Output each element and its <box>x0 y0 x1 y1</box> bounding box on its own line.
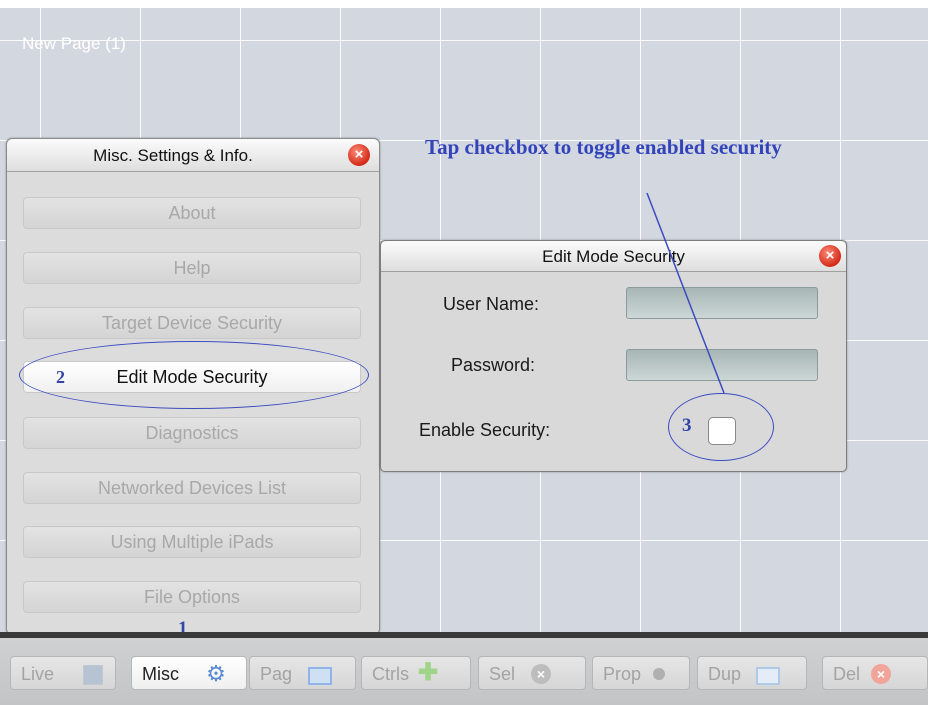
page-button-label: Pag <box>260 664 293 684</box>
page-title: New Page (1) <box>22 34 126 53</box>
misc-panel-close-icon[interactable]: × <box>348 144 370 166</box>
top-strip <box>0 0 928 8</box>
delete-button[interactable]: Del × <box>822 656 928 690</box>
menu-item-diagnostics[interactable]: Diagnostics <box>23 417 361 449</box>
toolbar-body: Live Misc ⚙ Pag Ctrls ✚ Sel × Prop Dup D… <box>0 638 928 705</box>
page-icon <box>308 667 332 685</box>
misc-button[interactable]: Misc ⚙ <box>131 656 247 690</box>
security-dialog-header: Edit Mode Security × <box>381 241 846 272</box>
misc-button-label: Misc <box>142 664 179 684</box>
security-dialog-title: Edit Mode Security <box>542 247 685 266</box>
live-button[interactable]: Live <box>10 656 116 690</box>
live-grid-icon <box>83 665 103 685</box>
edit-mode-security-dialog: Edit Mode Security × User Name: Password… <box>380 240 847 472</box>
user-name-label: User Name: <box>443 294 540 314</box>
menu-item-target-device-security[interactable]: Target Device Security <box>23 307 361 339</box>
misc-panel-title: Misc. Settings & Info. <box>93 146 253 165</box>
bottom-toolbar: Live Misc ⚙ Pag Ctrls ✚ Sel × Prop Dup D… <box>0 632 928 705</box>
live-button-label: Live <box>21 664 55 684</box>
menu-item-file-options[interactable]: File Options <box>23 581 361 613</box>
menu-item-about[interactable]: About <box>23 197 361 229</box>
select-button[interactable]: Sel × <box>478 656 586 690</box>
step-3-label: 3 <box>682 415 692 436</box>
duplicate-button-label: Dup <box>708 664 742 684</box>
password-field[interactable] <box>626 349 818 381</box>
misc-panel-header: Misc. Settings & Info. × <box>7 139 379 172</box>
delete-icon: × <box>871 664 891 684</box>
security-dialog-close-icon[interactable]: × <box>819 245 841 267</box>
menu-item-networked-devices-list[interactable]: Networked Devices List <box>23 472 361 504</box>
select-button-label: Sel <box>489 664 516 684</box>
controls-button-label: Ctrls <box>372 664 409 684</box>
menu-item-help[interactable]: Help <box>23 252 361 284</box>
step-2-ellipse <box>19 341 369 409</box>
select-x-icon: × <box>531 664 551 684</box>
enable-security-label: Enable Security: <box>419 420 551 440</box>
duplicate-button[interactable]: Dup <box>697 656 807 690</box>
password-label: Password: <box>451 355 536 375</box>
page-button[interactable]: Pag <box>249 656 356 690</box>
property-dot-icon <box>653 668 665 680</box>
instruction-annotation: Tap checkbox to toggle enabled security <box>425 135 782 159</box>
properties-button[interactable]: Prop <box>592 656 690 690</box>
delete-button-label: Del <box>833 664 861 684</box>
add-plus-icon: ✚ <box>418 659 439 686</box>
user-name-field[interactable] <box>626 287 818 319</box>
gear-icon: ⚙ <box>206 661 226 686</box>
menu-item-using-multiple-ipads[interactable]: Using Multiple iPads <box>23 526 361 558</box>
properties-button-label: Prop <box>603 664 642 684</box>
duplicate-icon <box>756 667 780 685</box>
controls-button[interactable]: Ctrls ✚ <box>361 656 471 690</box>
